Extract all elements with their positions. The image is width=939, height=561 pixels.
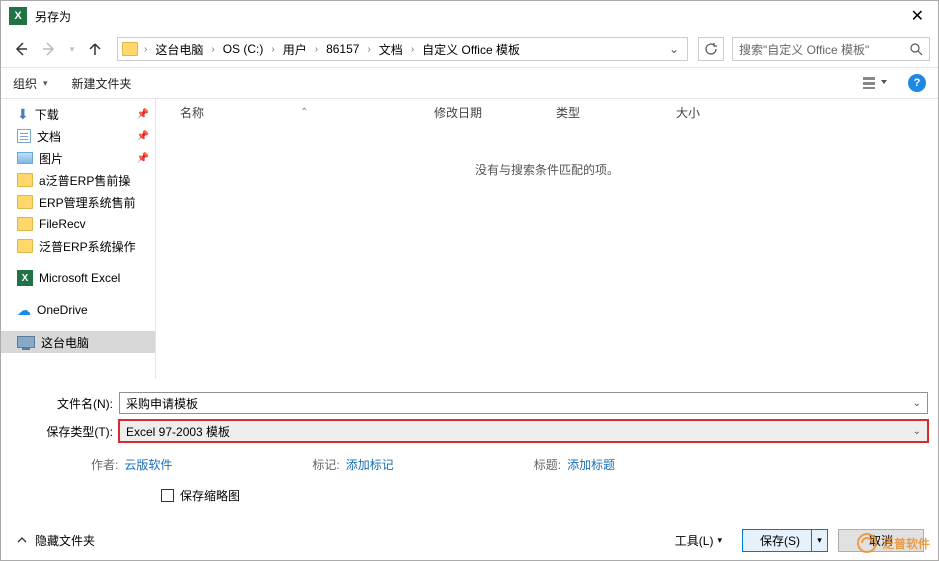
search-input[interactable]: 搜索"自定义 Office 模板"	[732, 37, 930, 61]
hide-folders-button[interactable]: 隐藏文件夹	[15, 532, 95, 549]
breadcrumb-item[interactable]: 文档	[375, 41, 407, 58]
cancel-button[interactable]: 取消	[838, 529, 924, 552]
search-icon[interactable]	[909, 42, 923, 56]
breadcrumb-item[interactable]: 86157	[322, 42, 363, 56]
sidebar: ⬇下载📌 文档📌 图片📌 a泛普ERP售前操 ERP管理系统售前 FileRec…	[1, 99, 156, 379]
save-button[interactable]: 保存(S) ▾	[742, 529, 828, 552]
folder-icon	[17, 239, 33, 253]
window-title: 另存为	[35, 8, 71, 25]
folder-icon	[17, 217, 33, 231]
download-icon: ⬇	[17, 106, 29, 123]
arrow-up-icon	[87, 41, 103, 57]
search-placeholder: 搜索"自定义 Office 模板"	[739, 41, 909, 58]
organize-button[interactable]: 组织	[13, 75, 48, 92]
picture-icon	[17, 152, 33, 164]
sidebar-item-thispc[interactable]: 这台电脑	[1, 331, 155, 353]
close-button[interactable]: ✕	[905, 6, 930, 26]
tools-button[interactable]: 工具(L)▾	[675, 532, 722, 549]
meta-title[interactable]: 标题:添加标题	[534, 456, 615, 473]
filetype-label: 保存类型(T):	[11, 423, 119, 440]
arrow-right-icon	[41, 41, 57, 57]
pin-icon: 📌	[137, 109, 149, 120]
col-name[interactable]: 名称	[180, 104, 204, 121]
nav-row: ▾ › 这台电脑 › OS (C:) › 用户 › 86157 › 文档 › 自…	[1, 31, 938, 67]
chevron-down-icon[interactable]: ⌄	[913, 426, 921, 437]
column-headers[interactable]: 名称 ⌃ 修改日期 类型 大小	[156, 99, 938, 125]
filename-label: 文件名(N):	[11, 395, 119, 412]
pc-icon	[17, 336, 35, 348]
excel-app-icon: X	[9, 7, 27, 25]
col-size[interactable]: 大小	[676, 104, 700, 121]
breadcrumb-item[interactable]: 自定义 Office 模板	[418, 41, 524, 58]
view-toggle[interactable]	[862, 75, 890, 91]
file-list-area: 名称 ⌃ 修改日期 类型 大小 没有与搜索条件匹配的项。	[156, 99, 938, 379]
breadcrumb-item[interactable]: 用户	[279, 41, 311, 58]
help-button[interactable]: ?	[908, 74, 926, 92]
sidebar-item-pictures[interactable]: 图片📌	[1, 147, 155, 169]
filename-input[interactable]: 采购申请模板⌄	[119, 392, 928, 414]
title-bar: X 另存为 ✕	[1, 1, 938, 31]
thumbnail-checkbox[interactable]	[161, 489, 174, 502]
col-type[interactable]: 类型	[556, 104, 580, 121]
meta-tags[interactable]: 标记:添加标记	[312, 456, 393, 473]
save-dropdown[interactable]: ▾	[811, 530, 827, 551]
chevron-right-icon[interactable]: ›	[407, 44, 418, 55]
chevron-down-icon[interactable]: ⌄	[913, 398, 921, 409]
chevron-down-icon: ▾	[717, 535, 722, 546]
sidebar-item-onedrive[interactable]: ☁OneDrive	[1, 299, 155, 321]
refresh-icon	[704, 42, 718, 56]
folder-icon	[17, 195, 33, 209]
folder-icon	[120, 39, 140, 59]
chevron-right-icon[interactable]: ›	[363, 44, 374, 55]
new-folder-button[interactable]: 新建文件夹	[72, 75, 132, 92]
breadcrumb-item[interactable]: OS (C:)	[219, 42, 268, 56]
save-form: 文件名(N): 采购申请模板⌄ 保存类型(T): Excel 97-2003 模…	[1, 379, 938, 504]
excel-icon: X	[17, 270, 33, 286]
footer: 隐藏文件夹 工具(L)▾ 保存(S) ▾ 取消	[1, 520, 938, 560]
empty-message: 没有与搜索条件匹配的项。	[156, 161, 938, 178]
filetype-select[interactable]: Excel 97-2003 模板⌄	[119, 420, 928, 442]
body-area: ⬇下载📌 文档📌 图片📌 a泛普ERP售前操 ERP管理系统售前 FileRec…	[1, 99, 938, 379]
up-button[interactable]	[83, 37, 107, 61]
recent-dropdown[interactable]: ▾	[65, 37, 79, 61]
forward-button[interactable]	[37, 37, 61, 61]
sidebar-item-folder[interactable]: a泛普ERP售前操	[1, 169, 155, 191]
breadcrumb-dropdown[interactable]: ⌄	[663, 42, 685, 56]
toolbar: 组织 新建文件夹 ?	[1, 67, 938, 99]
pin-icon: 📌	[137, 131, 149, 142]
sidebar-item-folder[interactable]: 泛普ERP系统操作	[1, 235, 155, 257]
folder-icon	[17, 173, 33, 187]
document-icon	[17, 129, 31, 143]
thumbnail-label[interactable]: 保存缩略图	[180, 487, 240, 504]
meta-author[interactable]: 作者:云版软件	[91, 456, 172, 473]
pin-icon: 📌	[137, 153, 149, 164]
chevron-down-icon: ▾	[70, 44, 75, 55]
chevron-right-icon[interactable]: ›	[267, 44, 278, 55]
sidebar-item-downloads[interactable]: ⬇下载📌	[1, 103, 155, 125]
chevron-right-icon[interactable]: ›	[207, 44, 218, 55]
breadcrumb[interactable]: › 这台电脑 › OS (C:) › 用户 › 86157 › 文档 › 自定义…	[117, 37, 688, 61]
chevron-right-icon[interactable]: ›	[311, 44, 322, 55]
sidebar-item-documents[interactable]: 文档📌	[1, 125, 155, 147]
arrow-left-icon	[13, 41, 29, 57]
chevron-right-icon[interactable]: ›	[140, 44, 151, 55]
col-date[interactable]: 修改日期	[434, 104, 482, 121]
sidebar-item-folder[interactable]: ERP管理系统售前	[1, 191, 155, 213]
cloud-icon: ☁	[17, 302, 31, 319]
refresh-button[interactable]	[698, 37, 724, 61]
breadcrumb-item[interactable]: 这台电脑	[151, 41, 207, 58]
sidebar-item-excel[interactable]: XMicrosoft Excel	[1, 267, 155, 289]
back-button[interactable]	[9, 37, 33, 61]
sidebar-item-folder[interactable]: FileRecv	[1, 213, 155, 235]
sort-indicator-icon: ⌃	[300, 107, 308, 118]
chevron-up-icon	[15, 533, 29, 547]
